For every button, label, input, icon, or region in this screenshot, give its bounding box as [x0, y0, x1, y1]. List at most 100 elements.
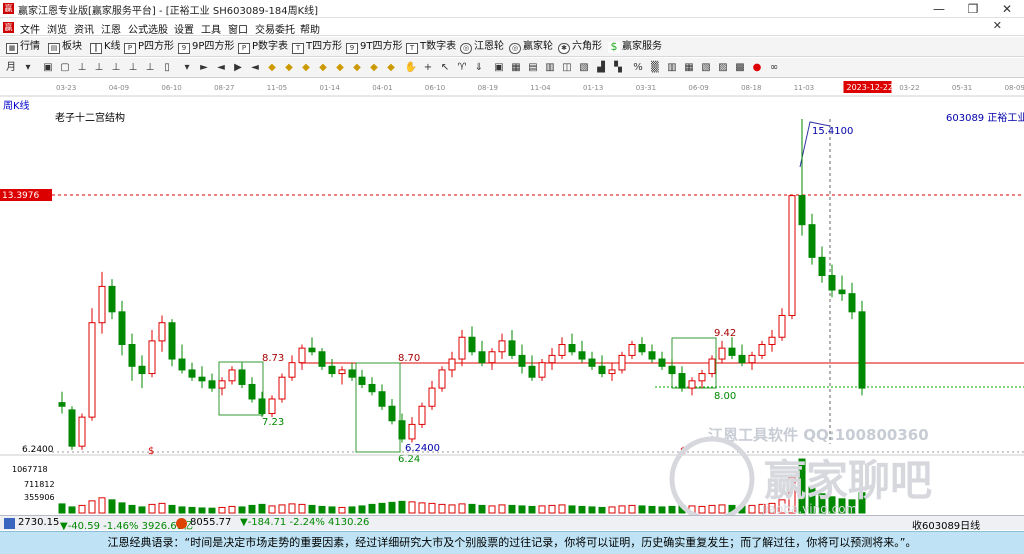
tool-hexagon[interactable]: ✱ 六角形 — [558, 40, 602, 54]
tool-percent-icon[interactable]: % — [631, 61, 645, 75]
kline-icon: ┃ — [90, 43, 102, 54]
status-bar: 2730.15 ▼-40.59 -1.46% 3926.61亿 8055.77 … — [0, 515, 1024, 532]
tool-g2-icon[interactable]: ▦ — [682, 61, 696, 75]
candle-body — [538, 362, 546, 378]
tool-d4-icon[interactable]: ◆ — [316, 61, 330, 75]
volume-bar — [538, 505, 546, 514]
tool-t-table[interactable]: T T数字表 — [406, 40, 456, 54]
date-tick: 06-10 — [425, 84, 445, 92]
tool-d6-icon[interactable]: ◆ — [350, 61, 364, 75]
volume-bar — [178, 506, 186, 514]
tool-g1-icon[interactable]: ▥ — [665, 61, 679, 75]
tool-line4-icon[interactable]: ⊥ — [126, 61, 140, 75]
tool-cross-icon[interactable]: + — [421, 61, 435, 75]
tool-grid-icon[interactable]: ▦ — [509, 61, 523, 75]
tool-down-icon[interactable]: ⇓ — [472, 61, 486, 75]
tool-win-icon[interactable]: ◫ — [560, 61, 574, 75]
tool-tile-icon[interactable]: ▧ — [577, 61, 591, 75]
9t-square-icon: 9 — [346, 43, 358, 54]
tool-hand-icon[interactable]: ✋ — [404, 61, 418, 75]
menu-browse[interactable]: 浏览 — [47, 21, 67, 36]
candle-body — [628, 344, 636, 356]
menu-formula[interactable]: 公式选股 — [128, 21, 168, 36]
candle-body — [858, 311, 866, 389]
candle-body — [598, 365, 606, 375]
stock-label: 603089 正裕工业 — [946, 111, 1024, 124]
tool-line5-icon[interactable]: ⊥ — [143, 61, 157, 75]
tool-9p-square[interactable]: 9 9P四方形 — [178, 40, 234, 54]
tool-box-icon[interactable]: ▢ — [58, 61, 72, 75]
volume-bar — [418, 502, 426, 514]
tool-cols-icon[interactable]: ▥ — [543, 61, 557, 75]
kline-chart[interactable]: 周K线 03-23 04-09 06-10 08-27 11-05 01-14 04-01 06… — [0, 79, 1024, 522]
candle-body — [658, 358, 666, 367]
maximize-button[interactable]: ❐ — [956, 0, 990, 18]
box1-high-label: 8.73 — [262, 353, 284, 364]
tool-quotes[interactable]: ▦ 行情 — [6, 40, 40, 54]
tool-bars-icon[interactable]: ▟ — [594, 61, 608, 75]
tool-arrow-icon[interactable]: ▾ — [180, 61, 194, 75]
volume-bar — [498, 504, 506, 514]
volume-bar — [388, 501, 396, 514]
tool-prev-icon[interactable]: ◄ — [214, 61, 228, 75]
tool-p-table[interactable]: P P数字表 — [238, 40, 288, 54]
minimize-button[interactable]: — — [922, 0, 956, 18]
tool-last-icon[interactable]: ◄ — [248, 61, 262, 75]
tool-d1-icon[interactable]: ◆ — [265, 61, 279, 75]
menu-info[interactable]: 资讯 — [74, 21, 94, 36]
watermark-logo-circle — [669, 436, 755, 522]
tool-next-icon[interactable]: ▶ — [231, 61, 245, 75]
tool-color-icon[interactable]: ● — [750, 61, 764, 75]
tool-sectors[interactable]: ▤ 板块 — [48, 40, 82, 54]
tool-d7-icon[interactable]: ◆ — [367, 61, 381, 75]
tool-kline[interactable]: ┃ K线 — [90, 40, 121, 54]
tool-9t-square[interactable]: 9 9T四方形 — [346, 40, 402, 54]
tool-select-icon[interactable]: ↖ — [438, 61, 452, 75]
menu-window[interactable]: 窗口 — [228, 21, 248, 36]
box2-low-value: 6.24 — [398, 454, 420, 465]
menu-settings[interactable]: 设置 — [174, 21, 194, 36]
tool-d2-icon[interactable]: ◆ — [282, 61, 296, 75]
tool-g4-icon[interactable]: ▨ — [716, 61, 730, 75]
tool-zodiac-icon[interactable]: ♈ — [455, 61, 469, 75]
tool-d3-icon[interactable]: ◆ — [299, 61, 313, 75]
candle-body — [448, 358, 456, 371]
tool-calc-icon[interactable]: ▣ — [492, 61, 506, 75]
menu-help[interactable]: 帮助 — [300, 21, 320, 36]
menu-trade[interactable]: 交易委托 — [255, 21, 295, 36]
tool-g3-icon[interactable]: ▧ — [699, 61, 713, 75]
volume-bar — [348, 506, 356, 514]
tool-list-icon[interactable]: ▤ — [526, 61, 540, 75]
menu-gann[interactable]: 江恩 — [101, 21, 121, 36]
tool-g5-icon[interactable]: ▩ — [733, 61, 747, 75]
tool-line3-icon[interactable]: ⊥ — [109, 61, 123, 75]
drawing-toolbar: 月 ▾ ▣ ▢ ⊥ ⊥ ⊥ ⊥ ⊥ ▯ ▾ ► ◄ ▶ ◄ ◆ ◆ ◆ ◆ ◆ ◆ ◆ ◆ ✋ + ↖ ♈ ⇓ ▣ ▦ ▤ ▥ ◫ ▧ ▟ ▚% ▒ ▥ ▦… — [0, 58, 1024, 78]
menu-tools[interactable]: 工具 — [201, 21, 221, 36]
tool-period-icon[interactable]: 月 — [4, 61, 18, 75]
tool-d8-icon[interactable]: ◆ — [384, 61, 398, 75]
tool-cursor-icon[interactable]: ▯ — [160, 61, 174, 75]
tool-loop-icon[interactable]: ∞ — [767, 61, 781, 75]
candle-body — [238, 369, 246, 385]
tool-period-arrow-icon[interactable]: ▾ — [21, 61, 35, 75]
tool-service[interactable]: $ 赢家服务 — [608, 40, 662, 54]
tool-line-icon[interactable]: ⊥ — [75, 61, 89, 75]
box2-high-label: 8.70 — [398, 353, 420, 364]
candle-body — [838, 289, 846, 295]
tool-first-icon[interactable]: ► — [197, 61, 211, 75]
tool-mix-icon[interactable]: ▚ — [611, 61, 625, 75]
child-close-icon[interactable]: ✕ — [993, 19, 1002, 32]
tool-t-square[interactable]: T T四方形 — [292, 40, 342, 54]
tool-gann-wheel[interactable]: ◎ 江恩轮 — [460, 40, 504, 54]
tool-draw-icon[interactable]: ▣ — [41, 61, 55, 75]
volume-label-1: 1067718 — [12, 465, 48, 474]
tool-line2-icon[interactable]: ⊥ — [92, 61, 106, 75]
menu-file[interactable]: 文件 — [20, 21, 40, 36]
candle-body — [548, 354, 556, 364]
tool-winner-wheel[interactable]: ◎ 赢家轮 — [509, 40, 553, 54]
close-button[interactable]: ✕ — [990, 0, 1024, 18]
tool-fill-icon[interactable]: ▒ — [648, 61, 662, 75]
tool-d5-icon[interactable]: ◆ — [333, 61, 347, 75]
tool-p-square[interactable]: P P四方形 — [124, 40, 174, 54]
volume-bar — [258, 503, 266, 514]
